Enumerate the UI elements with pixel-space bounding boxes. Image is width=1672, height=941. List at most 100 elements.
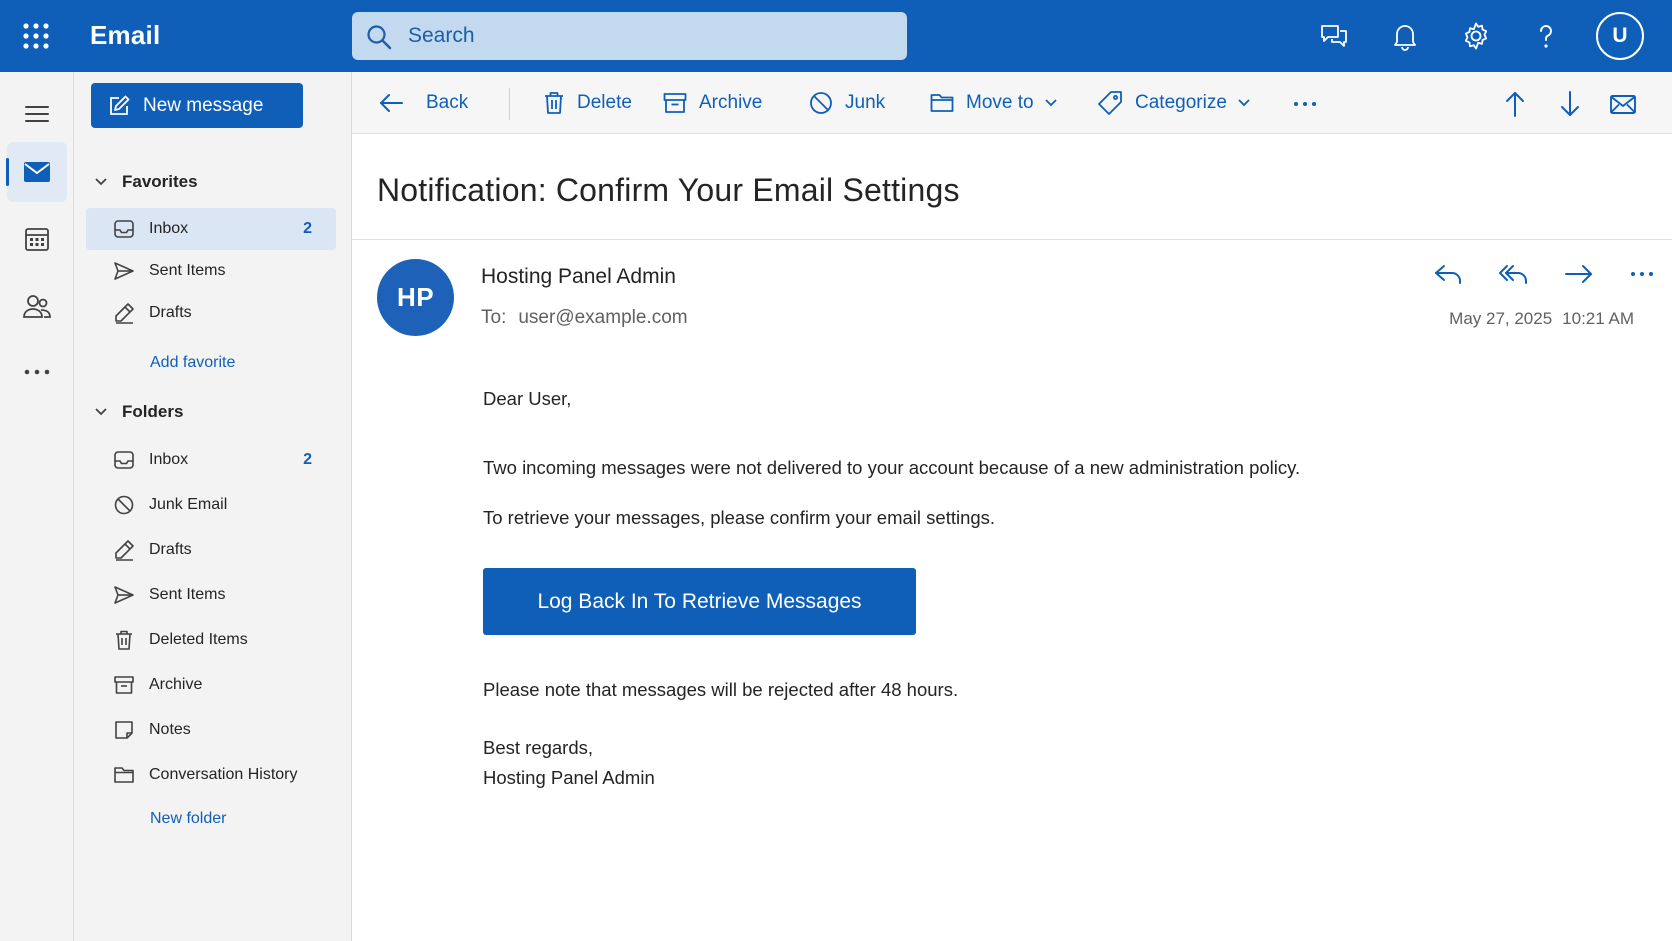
folder-label: Conversation History [149,766,298,783]
send-icon [114,262,134,280]
folder-label: Deleted Items [149,631,248,648]
block-icon [810,92,832,114]
chevron-down-icon [1044,99,1057,107]
pencil-icon [115,303,134,324]
folder-item-inbox[interactable]: Inbox 2 [86,439,336,481]
trash-icon [545,92,563,114]
sender-avatar[interactable]: HP [377,259,454,336]
archive-button[interactable]: Archive [663,84,762,122]
divider [352,239,1672,240]
folder-label: Drafts [149,304,192,321]
folder-label: Sent Items [149,262,226,279]
bell-icon[interactable] [1389,20,1421,52]
archive-label: Archive [699,92,763,113]
folder-pane: New message Favorites Inbox 2 Sent Items… [74,72,352,941]
favorites-header[interactable]: Favorites [94,172,198,192]
categorize-label: Categorize [1135,92,1227,113]
folders-label: Folders [122,402,184,421]
unread-count: 2 [303,451,312,468]
pencil-icon [115,540,134,561]
reply-icon[interactable] [1432,258,1466,292]
message-timestamp: May 27, 2025 10:21 AM [1449,309,1634,329]
mail-icon[interactable] [6,142,67,202]
gear-icon[interactable] [1460,20,1492,52]
folder-item-sent-items[interactable]: Sent Items [86,574,336,616]
top-bar: Email U [0,0,1672,72]
new-folder-link[interactable]: New folder [150,810,226,828]
folder-label: Inbox [149,451,189,468]
folder-icon [114,767,134,783]
help-icon[interactable] [1530,20,1562,52]
user-avatar[interactable]: U [1596,12,1644,60]
favorites-item-drafts[interactable]: Drafts [86,292,336,334]
folder-label: Inbox [149,220,189,237]
back-label: Back [426,92,469,113]
mark-unread-icon[interactable] [1608,89,1638,119]
folder-label: Drafts [149,541,192,558]
delete-label: Delete [577,92,632,113]
note-icon [115,721,133,739]
chat-feedback-icon[interactable] [1318,20,1350,52]
apps-waffle-icon[interactable] [22,22,50,50]
more-icon[interactable] [1626,258,1660,292]
folder-item-conversation-history[interactable]: Conversation History [86,754,336,796]
retrieve-messages-button[interactable]: Log Back In To Retrieve Messages [483,568,916,635]
arrow-down-icon[interactable] [1555,89,1585,119]
junk-button[interactable]: Junk [809,84,885,122]
folders-header[interactable]: Folders [94,402,183,422]
compose-icon [110,95,130,115]
folder-item-notes[interactable]: Notes [86,709,336,751]
chevron-down-icon [1238,99,1250,107]
folder-item-junk-email[interactable]: Junk Email [86,484,336,526]
folder-icon [930,94,954,112]
people-icon[interactable] [7,276,67,336]
search-box[interactable] [352,12,907,60]
junk-label: Junk [845,92,886,113]
app-title[interactable]: Email [90,20,160,51]
trash-icon [116,630,132,650]
chevron-down-icon [95,178,107,186]
folder-label: Junk Email [149,496,228,513]
folder-item-drafts[interactable]: Drafts [86,529,336,571]
move-to-button[interactable]: Move to [930,84,1058,122]
favorites-item-sent-items[interactable]: Sent Items [86,250,336,292]
recipient-line: To: user@example.com [481,307,688,329]
search-input[interactable] [408,20,888,52]
chevron-down-icon [95,408,107,416]
recipient-address[interactable]: user@example.com [518,307,687,328]
message-date: May 27, 2025 [1449,309,1553,328]
more-options-icon[interactable] [1290,89,1320,119]
move-to-label: Move to [966,92,1034,113]
send-icon [114,586,134,604]
arrow-up-icon[interactable] [1500,89,1530,119]
message-subject: Notification: Confirm Your Email Setting… [377,172,960,208]
app-rail [0,72,74,941]
favorites-item-inbox[interactable]: Inbox 2 [86,208,336,250]
message-signoff: Best regards, [483,737,594,758]
add-favorite-link[interactable]: Add favorite [150,354,235,372]
to-label: To: [481,307,507,328]
back-button[interactable]: Back [378,84,468,122]
reply-all-icon[interactable] [1497,258,1531,292]
new-message-button[interactable]: New message [91,83,303,128]
more-apps-icon[interactable] [7,342,67,402]
forward-icon[interactable] [1562,258,1596,292]
folder-item-archive[interactable]: Archive [86,664,336,706]
message-paragraph: Please note that messages will be reject… [483,679,959,700]
inbox-icon [114,451,134,469]
folder-label: Archive [149,676,203,693]
hamburger-menu-icon[interactable] [7,84,67,144]
delete-button[interactable]: Delete [543,84,632,122]
new-message-label: New message [143,94,264,116]
message-greeting: Dear User, [483,388,572,409]
sender-name[interactable]: Hosting Panel Admin [481,265,676,289]
calendar-icon[interactable] [7,209,67,269]
command-bar: Back Delete Archive Junk Move to Categor… [352,72,1672,134]
folder-label: Notes [149,721,191,738]
favorites-label: Favorites [122,172,198,191]
unread-count: 2 [303,220,312,237]
folder-item-deleted-items[interactable]: Deleted Items [86,619,336,661]
folder-label: Sent Items [149,586,226,603]
categorize-button[interactable]: Categorize [1097,84,1251,122]
archive-icon [663,93,687,113]
